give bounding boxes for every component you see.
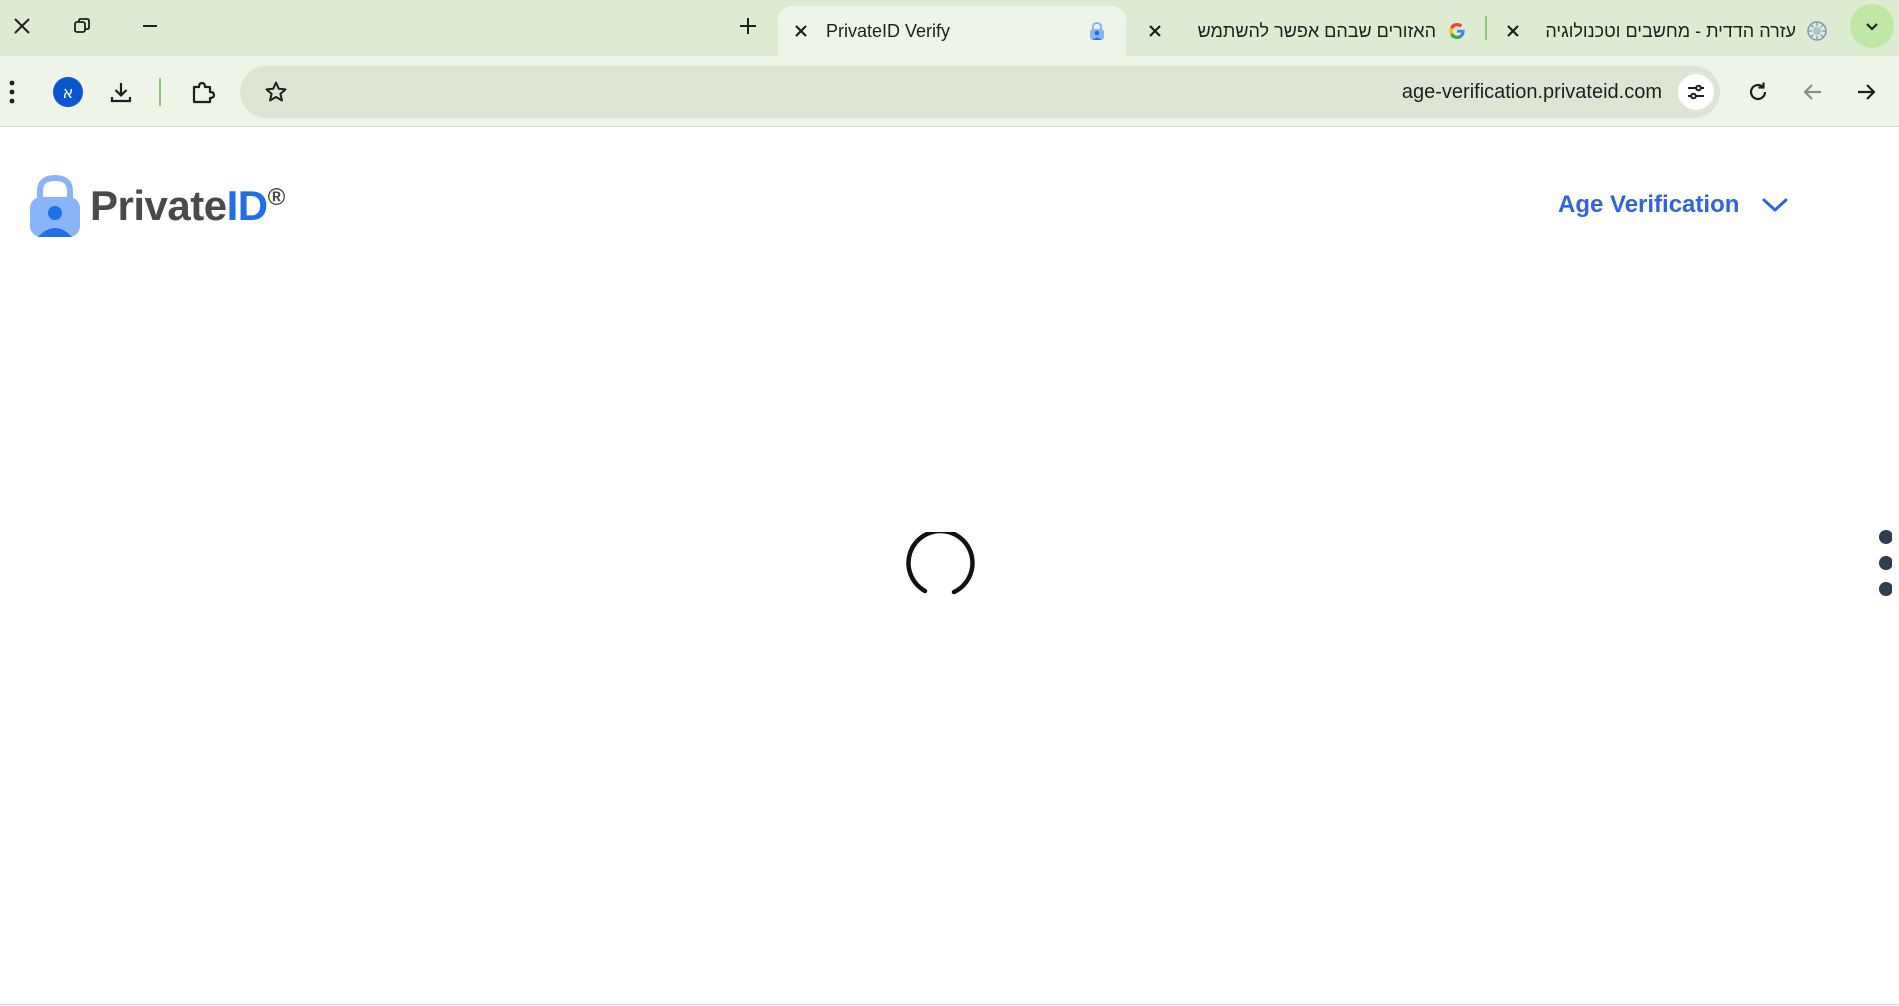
browser-window: PrivateID Verify האזורים שבהם אפשר להשתמ… <box>0 0 1899 1006</box>
toolbar-separator <box>159 78 161 106</box>
new-tab-button[interactable] <box>726 6 770 46</box>
close-icon <box>1507 25 1519 37</box>
tab-close-button[interactable] <box>1142 18 1168 44</box>
tab-google-regions[interactable]: האזורים שבהם אפשר להשתמש <box>1142 6 1470 56</box>
tab-close-button[interactable] <box>1500 18 1526 44</box>
tab-title: האזורים שבהם אפשר להשתמש <box>1197 20 1436 41</box>
back-button[interactable] <box>1793 72 1833 112</box>
site-info-button[interactable] <box>1678 74 1714 110</box>
tab-close-button[interactable] <box>788 18 814 44</box>
lock-person-icon <box>30 175 80 237</box>
puzzle-piece-icon <box>192 81 216 104</box>
tune-icon <box>1688 84 1704 100</box>
logo-wordmark: PrivateID® <box>90 182 285 229</box>
profile-avatar[interactable]: א <box>53 77 83 107</box>
menu-label: Age Verification <box>1558 191 1740 218</box>
forward-button[interactable] <box>1846 72 1886 112</box>
restore-icon <box>74 18 90 33</box>
address-bar[interactable]: age-verification.privateid.com <box>240 66 1720 118</box>
page-content: PrivateID® Age Verification <box>0 127 1899 1005</box>
arrow-right-icon <box>1858 84 1876 100</box>
arrow-left-icon <box>1803 84 1821 100</box>
side-menu-dots-icon[interactable] <box>1876 527 1892 601</box>
privateid-lock-icon <box>1086 20 1108 42</box>
browser-menu-button[interactable] <box>0 72 32 112</box>
kebab-menu-icon <box>9 80 15 104</box>
star-icon <box>265 81 287 102</box>
close-icon <box>1149 25 1161 37</box>
privateid-logo[interactable]: PrivateID® <box>30 174 285 238</box>
bookmark-star-button[interactable] <box>256 72 296 112</box>
chevron-down-icon <box>1762 198 1788 212</box>
tab-separator <box>1485 16 1487 40</box>
close-icon <box>14 18 30 34</box>
window-restore-button[interactable] <box>60 6 104 46</box>
chevron-down-icon <box>1866 23 1878 31</box>
extensions-button[interactable] <box>183 72 223 112</box>
site-emblem-icon <box>1806 20 1828 42</box>
tab-search-button[interactable] <box>1850 4 1894 48</box>
window-minimize-button[interactable] <box>128 6 172 46</box>
tab-strip: PrivateID Verify האזורים שבהם אפשר להשתמ… <box>0 0 1899 56</box>
age-verification-menu[interactable]: Age Verification <box>1558 189 1789 221</box>
downloads-button[interactable] <box>101 72 141 112</box>
browser-toolbar: א age-verification.privateid.com <box>0 56 1899 127</box>
window-close-button[interactable] <box>0 6 44 46</box>
close-icon <box>795 25 807 37</box>
google-g-icon <box>1446 20 1468 42</box>
reload-icon <box>1749 82 1767 101</box>
plus-icon <box>740 18 756 34</box>
minimize-icon <box>143 25 157 27</box>
reload-button[interactable] <box>1738 72 1778 112</box>
download-icon <box>110 83 132 103</box>
tab-mutual-help[interactable]: עזרה הדדית - מחשבים וטכנולוגיה <box>1500 6 1830 56</box>
tab-title: עזרה הדדית - מחשבים וטכנולוגיה <box>1546 20 1796 41</box>
tab-privateid-verify[interactable]: PrivateID Verify <box>778 6 1126 56</box>
loading-spinner <box>906 532 975 595</box>
url-text[interactable]: age-verification.privateid.com <box>1402 66 1662 118</box>
tab-title: PrivateID Verify <box>826 20 951 41</box>
page-bottom-border <box>0 1004 1899 1005</box>
